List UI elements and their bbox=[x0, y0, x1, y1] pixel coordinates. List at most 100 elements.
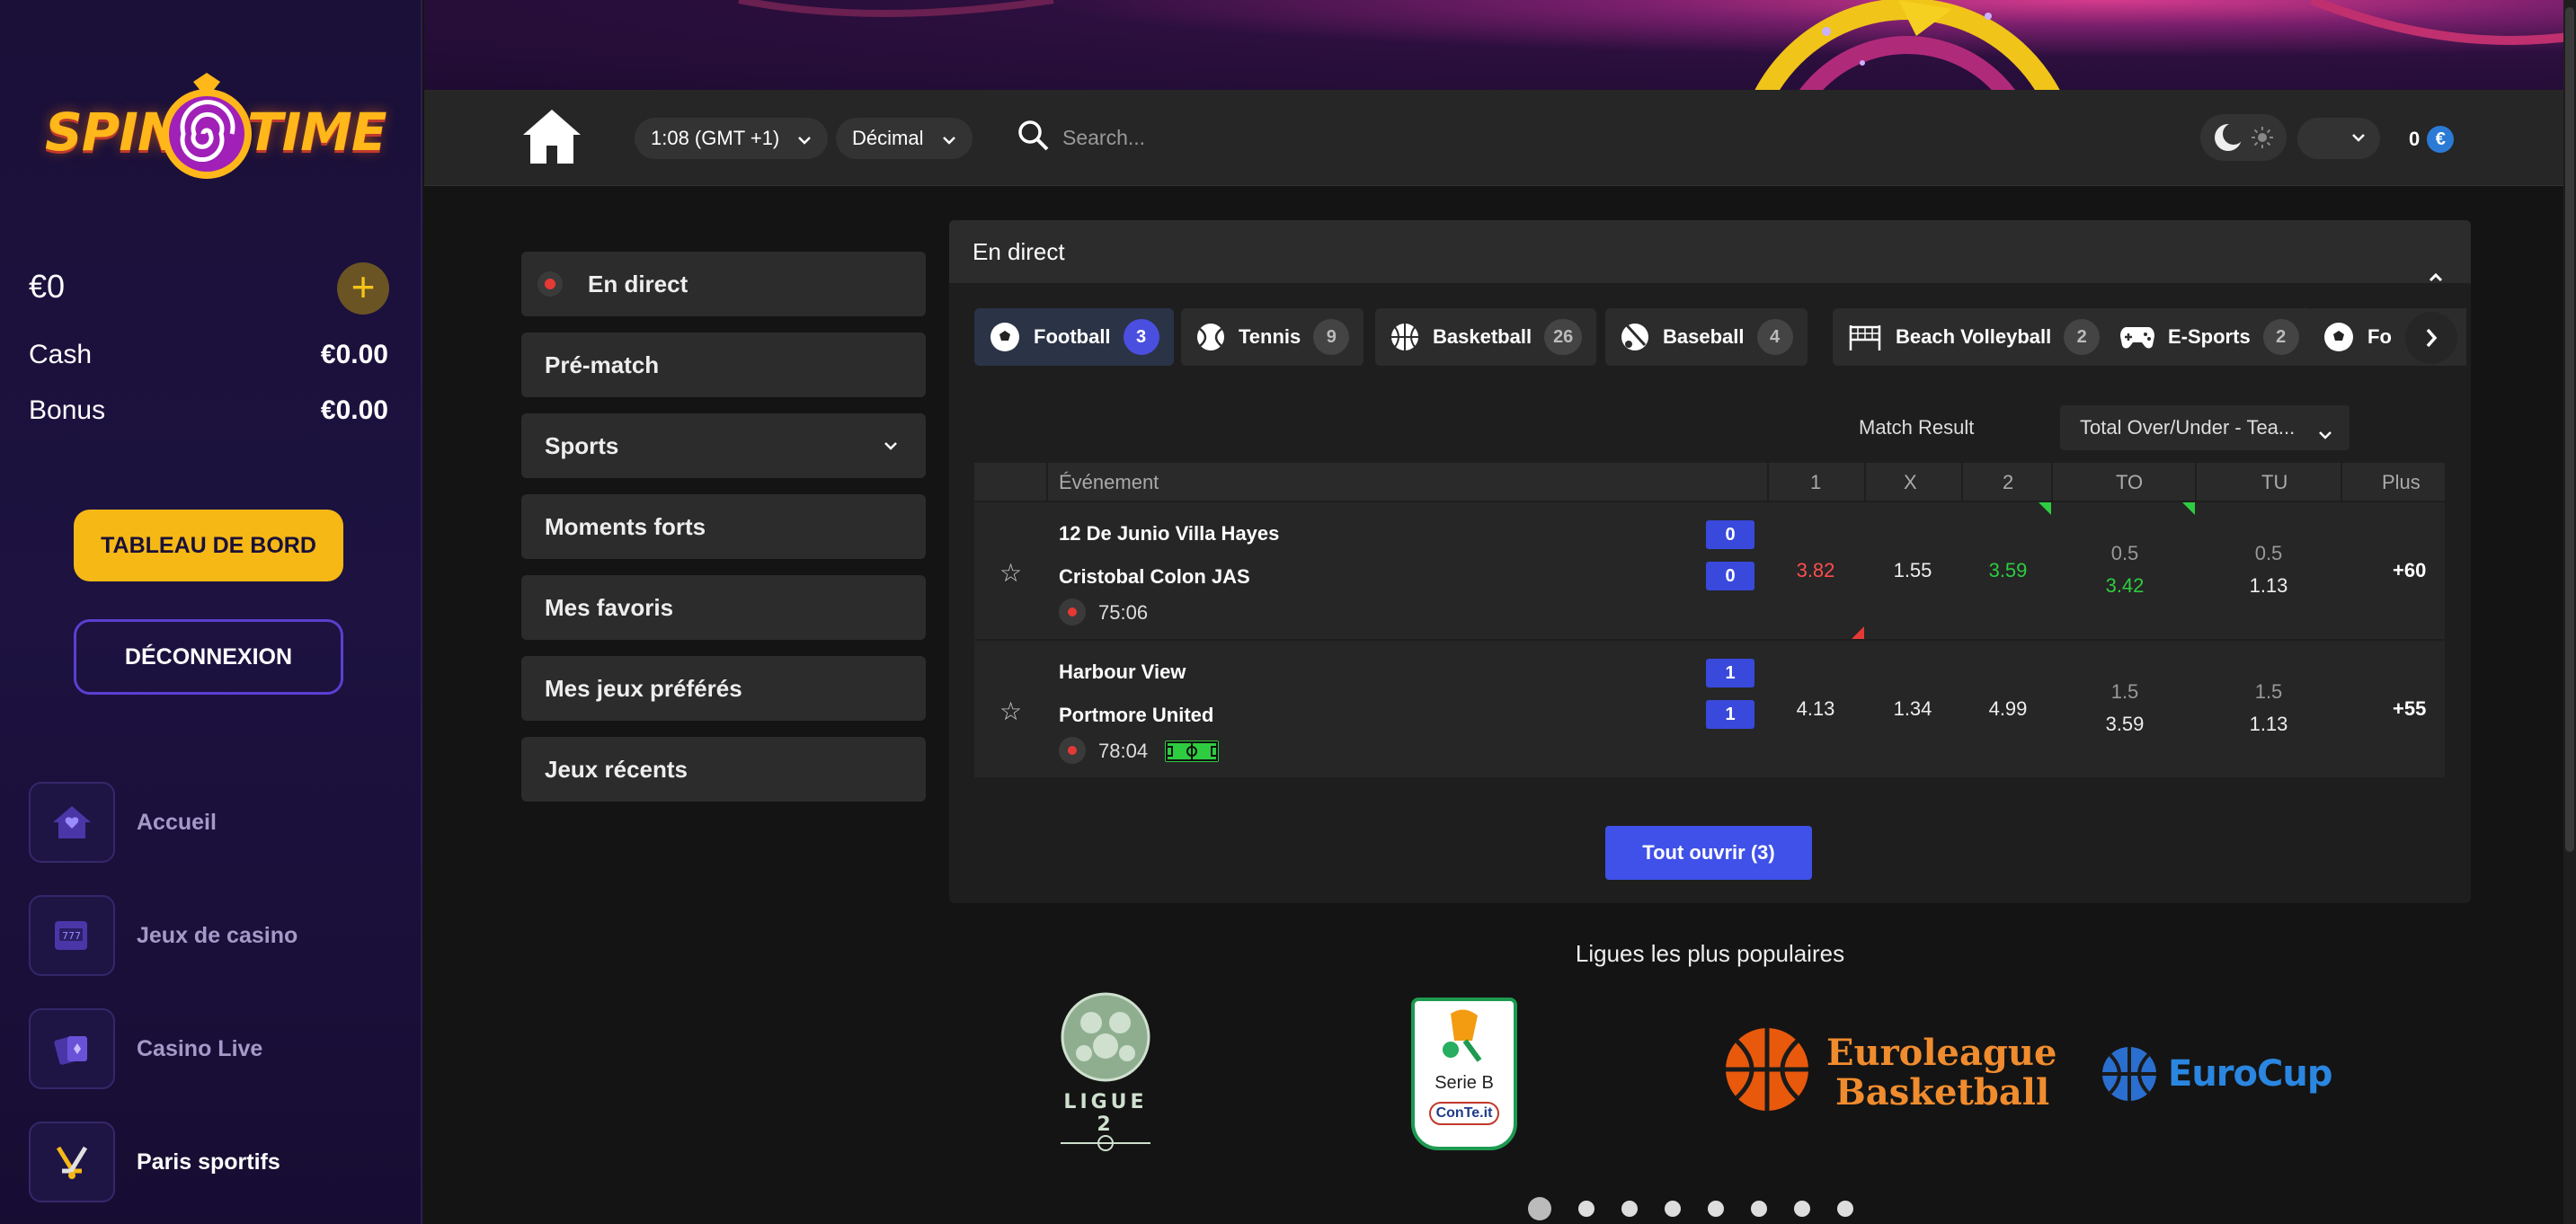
serie-b-logo[interactable]: Serie B ConTe.it bbox=[1411, 998, 1517, 1150]
menu-sports[interactable]: Sports bbox=[521, 413, 926, 478]
tab-label: Fo bbox=[2367, 325, 2392, 348]
chevron-down-icon bbox=[2351, 126, 2366, 155]
match-time: 75:06 bbox=[1098, 601, 1149, 624]
menu-item-label: En direct bbox=[588, 271, 688, 297]
carousel-pagination bbox=[1528, 1197, 1853, 1220]
under-odd[interactable]: 1.13 bbox=[2224, 713, 2314, 736]
carousel-dot[interactable] bbox=[1794, 1201, 1810, 1217]
search-input[interactable] bbox=[1062, 117, 1961, 158]
col-to: TO bbox=[2116, 471, 2144, 493]
deposit-plus-button[interactable]: + bbox=[337, 262, 389, 315]
tab-count: 3 bbox=[1123, 319, 1159, 355]
top-banner bbox=[424, 0, 2576, 90]
basketball-icon bbox=[1391, 324, 1418, 350]
soccer-ball-icon bbox=[990, 323, 1019, 351]
over-odd[interactable]: 3.59 bbox=[2080, 713, 2170, 736]
col-1: 1 bbox=[1810, 471, 1822, 493]
menu-highlights[interactable]: Moments forts bbox=[521, 494, 926, 559]
menu-live[interactable]: En direct bbox=[521, 252, 926, 316]
language-select[interactable] bbox=[2297, 118, 2380, 159]
ligue2-logo[interactable]: LIGUE 2 bbox=[1052, 990, 1159, 1160]
chevron-up-icon[interactable] bbox=[2428, 244, 2444, 307]
wallet-balance[interactable]: 0 € bbox=[2409, 126, 2455, 153]
odd-1[interactable]: 3.82 bbox=[1771, 559, 1861, 582]
carousel-dot[interactable] bbox=[1751, 1201, 1767, 1217]
more-markets-link[interactable]: +60 bbox=[2393, 559, 2426, 582]
league-label: EuroCup bbox=[2168, 1053, 2332, 1095]
carousel-dot[interactable] bbox=[1621, 1201, 1638, 1217]
tab-tennis[interactable]: Tennis 9 bbox=[1181, 308, 1364, 366]
live-panel-title: En direct bbox=[973, 238, 1065, 265]
tab-label: Tennis bbox=[1239, 325, 1301, 348]
favorite-star-icon[interactable]: ☆ bbox=[999, 558, 1022, 588]
euroleague-basketball-logo[interactable]: Euroleague Basketball bbox=[1722, 1024, 2056, 1114]
away-team: Portmore United bbox=[1059, 704, 1214, 726]
league-sponsor: ConTe.it bbox=[1429, 1102, 1499, 1125]
under-line: 1.5 bbox=[2254, 680, 2283, 703]
logout-button[interactable]: DÉCONNEXION bbox=[74, 619, 343, 695]
spintime-logo[interactable]: SPIN TIME bbox=[45, 67, 386, 193]
tab-beach-volleyball[interactable]: Beach Volleyball 2 bbox=[1833, 308, 2115, 366]
over-line: 1.5 bbox=[2110, 680, 2139, 703]
home-icon[interactable] bbox=[521, 106, 582, 172]
timezone-select[interactable]: 1:08 (GMT +1) bbox=[635, 118, 829, 159]
menu-favorite-games[interactable]: Mes jeux préférés bbox=[521, 656, 926, 721]
market-select[interactable]: Total Over/Under - Tea... bbox=[2060, 405, 2349, 450]
tab-label: Beach Volleyball bbox=[1896, 325, 2052, 348]
tabs-next-arrow-icon[interactable] bbox=[2405, 312, 2457, 364]
scrollbar-thumb[interactable] bbox=[2565, 7, 2574, 852]
tab-basketball[interactable]: Basketball 26 bbox=[1375, 308, 1597, 366]
odds-format-select[interactable]: Décimal bbox=[836, 118, 973, 159]
hockey-sticks-icon bbox=[29, 1122, 115, 1202]
tennis-ball-icon bbox=[1197, 324, 1224, 350]
eurocup-logo[interactable]: EuroCup bbox=[2100, 1042, 2332, 1105]
chevron-down-icon bbox=[2317, 417, 2333, 462]
table-row[interactable]: ☆ 12 De Junio Villa Hayes Cristobal Colo… bbox=[974, 501, 2445, 639]
carousel-dot[interactable] bbox=[1528, 1197, 1551, 1220]
live-panel-header[interactable]: En direct bbox=[949, 220, 2471, 283]
popular-leagues-title: Ligues les plus populaires bbox=[1575, 940, 1845, 967]
favorite-star-icon[interactable]: ☆ bbox=[999, 696, 1022, 726]
menu-prematch[interactable]: Pré-match bbox=[521, 333, 926, 397]
odd-2[interactable]: 3.59 bbox=[1963, 559, 2053, 582]
sidebar-item-home[interactable]: Accueil bbox=[29, 782, 217, 863]
dashboard-button[interactable]: TABLEAU DE BORD bbox=[74, 510, 343, 581]
over-odd[interactable]: 3.42 bbox=[2080, 574, 2170, 598]
carousel-dot[interactable] bbox=[1837, 1201, 1853, 1217]
logo-text-time: TIME bbox=[247, 102, 386, 163]
under-odd[interactable]: 1.13 bbox=[2224, 574, 2314, 598]
cards-icon bbox=[29, 1008, 115, 1089]
left-sidebar: SPIN TIME €0 + Cash €0.00 Bonus €0.00 TA… bbox=[0, 0, 422, 1224]
tab-football[interactable]: Football 3 bbox=[974, 308, 1174, 366]
odd-x[interactable]: 1.34 bbox=[1868, 697, 1958, 721]
home-team: 12 De Junio Villa Hayes bbox=[1059, 522, 1280, 545]
carousel-dot[interactable] bbox=[1578, 1201, 1594, 1217]
open-all-button[interactable]: Tout ouvrir (3) bbox=[1605, 826, 1812, 880]
page-scrollbar[interactable] bbox=[2563, 0, 2576, 1224]
tab-baseball[interactable]: Baseball 4 bbox=[1605, 308, 1808, 366]
menu-recent-games[interactable]: Jeux récents bbox=[521, 737, 926, 802]
sidebar-item-sportsbook[interactable]: Paris sportifs bbox=[29, 1122, 280, 1202]
carousel-dot[interactable] bbox=[1708, 1201, 1724, 1217]
home-score: 0 bbox=[1706, 520, 1754, 549]
table-row[interactable]: ☆ Harbour View Portmore United 1 1 78:04… bbox=[974, 639, 2445, 777]
menu-item-label: Moments forts bbox=[545, 513, 706, 540]
tab-label: E-Sports bbox=[2168, 325, 2251, 348]
market-select-value: Total Over/Under - Tea... bbox=[2080, 416, 2296, 439]
carousel-dot[interactable] bbox=[1665, 1201, 1681, 1217]
more-markets-link[interactable]: +55 bbox=[2393, 697, 2426, 721]
sidebar-item-live-casino[interactable]: Casino Live bbox=[29, 1008, 262, 1089]
sidebar-item-casino[interactable]: 777 Jeux de casino bbox=[29, 895, 298, 976]
home-icon bbox=[29, 782, 115, 863]
col-2: 2 bbox=[2003, 471, 2014, 493]
theme-toggle[interactable] bbox=[2200, 114, 2287, 161]
odd-x[interactable]: 1.55 bbox=[1868, 559, 1958, 582]
tab-esports[interactable]: E-Sports 2 bbox=[2105, 308, 2314, 366]
league-label: Serie B bbox=[1435, 1073, 1494, 1093]
odd-1[interactable]: 4.13 bbox=[1771, 697, 1861, 721]
sidebar-item-label: Jeux de casino bbox=[137, 922, 298, 948]
odd-2[interactable]: 4.99 bbox=[1963, 697, 2053, 721]
tab-count: 2 bbox=[2262, 319, 2299, 355]
menu-favorites[interactable]: Mes favoris bbox=[521, 575, 926, 640]
menu-item-label: Sports bbox=[545, 432, 619, 459]
